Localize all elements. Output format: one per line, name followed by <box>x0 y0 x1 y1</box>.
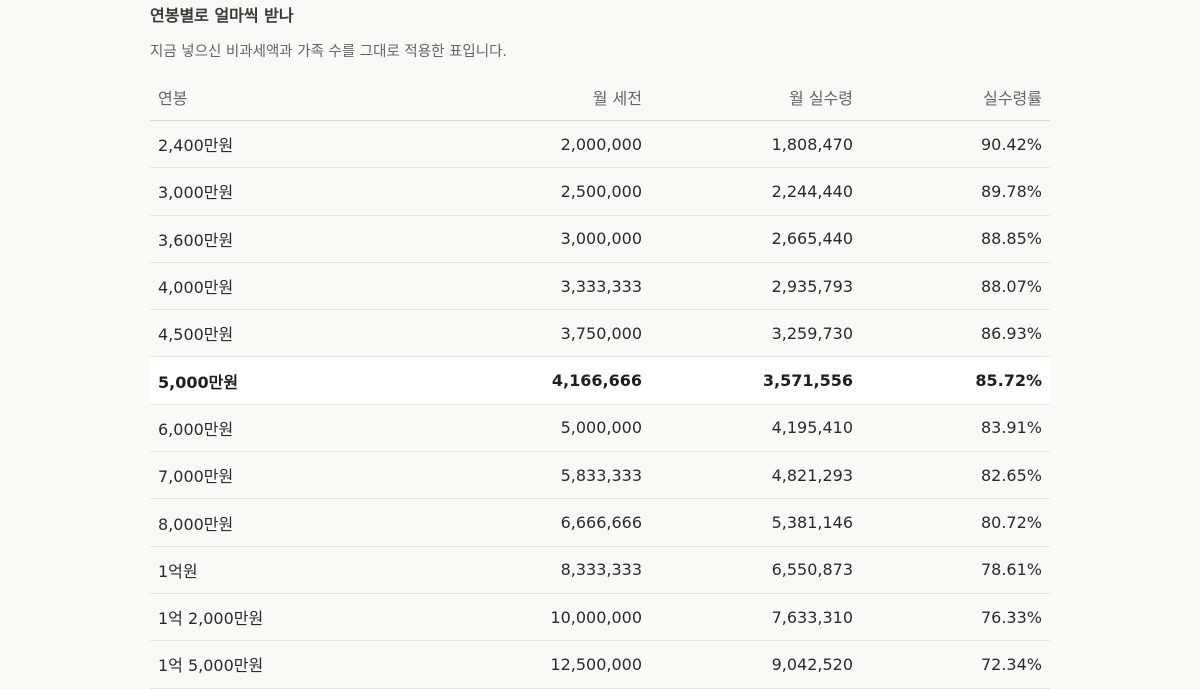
cell-net-rate: 89.78% <box>861 167 1050 216</box>
cell-salary: 3,600만원 <box>150 215 430 263</box>
cell-net-rate: 82.65% <box>861 451 1050 500</box>
table-header: 연봉 월 세전 월 실수령 실수령률 <box>150 74 1050 121</box>
cell-net-rate: 78.61% <box>861 546 1050 594</box>
cell-salary: 6,000만원 <box>150 404 430 453</box>
cell-monthly-pretax: 10,000,000 <box>430 593 650 642</box>
cell-monthly-net: 2,244,440 <box>650 167 861 216</box>
header-salary: 연봉 <box>150 74 430 121</box>
cell-net-rate: 83.91% <box>861 404 1050 453</box>
cell-net-rate: 90.42% <box>861 120 1050 169</box>
cell-net-rate: 86.93% <box>861 309 1050 358</box>
cell-monthly-pretax: 8,333,333 <box>430 546 650 594</box>
cell-monthly-net: 3,259,730 <box>650 309 861 358</box>
cell-monthly-pretax: 5,000,000 <box>430 404 650 453</box>
cell-monthly-pretax: 5,833,333 <box>430 451 650 500</box>
cell-monthly-net: 2,665,440 <box>650 215 861 263</box>
cell-monthly-net: 7,633,310 <box>650 593 861 642</box>
table-row: 1억 2,000만원 10,000,000 7,633,310 76.33% <box>150 593 1050 642</box>
cell-monthly-net: 3,571,556 <box>650 356 861 405</box>
cell-monthly-net: 1,808,470 <box>650 120 861 169</box>
header-monthly-pretax: 월 세전 <box>430 74 650 121</box>
cell-monthly-net: 9,042,520 <box>650 640 861 689</box>
cell-salary: 5,000만원 <box>150 356 430 405</box>
cell-salary: 2,400만원 <box>150 120 430 169</box>
header-monthly-net: 월 실수령 <box>650 74 861 121</box>
cell-monthly-pretax: 6,666,666 <box>430 498 650 547</box>
table-row: 6,000만원 5,000,000 4,195,410 83.91% <box>150 404 1050 453</box>
cell-salary: 3,000만원 <box>150 167 430 216</box>
table-row-highlighted: 5,000만원 4,166,666 3,571,556 85.72% <box>150 356 1050 405</box>
cell-monthly-net: 4,195,410 <box>650 404 861 453</box>
table-row: 4,500만원 3,750,000 3,259,730 86.93% <box>150 309 1050 358</box>
cell-monthly-pretax: 4,166,666 <box>430 356 650 405</box>
cell-net-rate: 88.07% <box>861 262 1050 311</box>
header-row: 연봉 월 세전 월 실수령 실수령률 <box>150 74 1050 121</box>
cell-salary: 8,000만원 <box>150 498 430 547</box>
cell-salary: 1억원 <box>150 546 430 594</box>
cell-net-rate: 72.34% <box>861 640 1050 689</box>
cell-monthly-pretax: 3,333,333 <box>430 262 650 311</box>
section-title: 연봉별로 얼마씩 받나 <box>150 6 294 25</box>
cell-monthly-net: 5,381,146 <box>650 498 861 547</box>
table-row: 7,000만원 5,833,333 4,821,293 82.65% <box>150 451 1050 500</box>
cell-salary: 4,000만원 <box>150 262 430 311</box>
table-row: 1억 5,000만원 12,500,000 9,042,520 72.34% <box>150 640 1050 689</box>
cell-monthly-net: 6,550,873 <box>650 546 861 594</box>
table-row: 8,000만원 6,666,666 5,381,146 80.72% <box>150 498 1050 547</box>
table-row: 4,000만원 3,333,333 2,935,793 88.07% <box>150 262 1050 311</box>
cell-monthly-pretax: 2,500,000 <box>430 167 650 216</box>
cell-monthly-net: 2,935,793 <box>650 262 861 311</box>
cell-net-rate: 76.33% <box>861 593 1050 642</box>
cell-monthly-net: 4,821,293 <box>650 451 861 500</box>
cell-salary: 7,000만원 <box>150 451 430 500</box>
table-row: 3,600만원 3,000,000 2,665,440 88.85% <box>150 215 1050 263</box>
table-row: 1억원 8,333,333 6,550,873 78.61% <box>150 546 1050 594</box>
cell-net-rate: 88.85% <box>861 215 1050 263</box>
salary-table: 연봉 월 세전 월 실수령 실수령률 2,400만원 2,000,000 1,808… <box>150 74 1050 689</box>
cell-salary: 4,500만원 <box>150 309 430 358</box>
header-net-rate: 실수령률 <box>861 74 1050 121</box>
cell-net-rate: 85.72% <box>861 356 1050 405</box>
cell-monthly-pretax: 12,500,000 <box>430 640 650 689</box>
cell-salary: 1억 2,000만원 <box>150 593 430 642</box>
cell-monthly-pretax: 3,000,000 <box>430 215 650 263</box>
table-row: 2,400만원 2,000,000 1,808,470 90.42% <box>150 120 1050 169</box>
table-row: 3,000만원 2,500,000 2,244,440 89.78% <box>150 167 1050 216</box>
table-body: 2,400만원 2,000,000 1,808,470 90.42% 3,000만원 2,… <box>150 120 1050 689</box>
cell-salary: 1억 5,000만원 <box>150 640 430 689</box>
cell-monthly-pretax: 3,750,000 <box>430 309 650 358</box>
section-description: 지금 넣으신 비과세액과 가족 수를 그대로 적용한 표입니다. <box>150 44 508 60</box>
cell-net-rate: 80.72% <box>861 498 1050 547</box>
cell-monthly-pretax: 2,000,000 <box>430 120 650 169</box>
